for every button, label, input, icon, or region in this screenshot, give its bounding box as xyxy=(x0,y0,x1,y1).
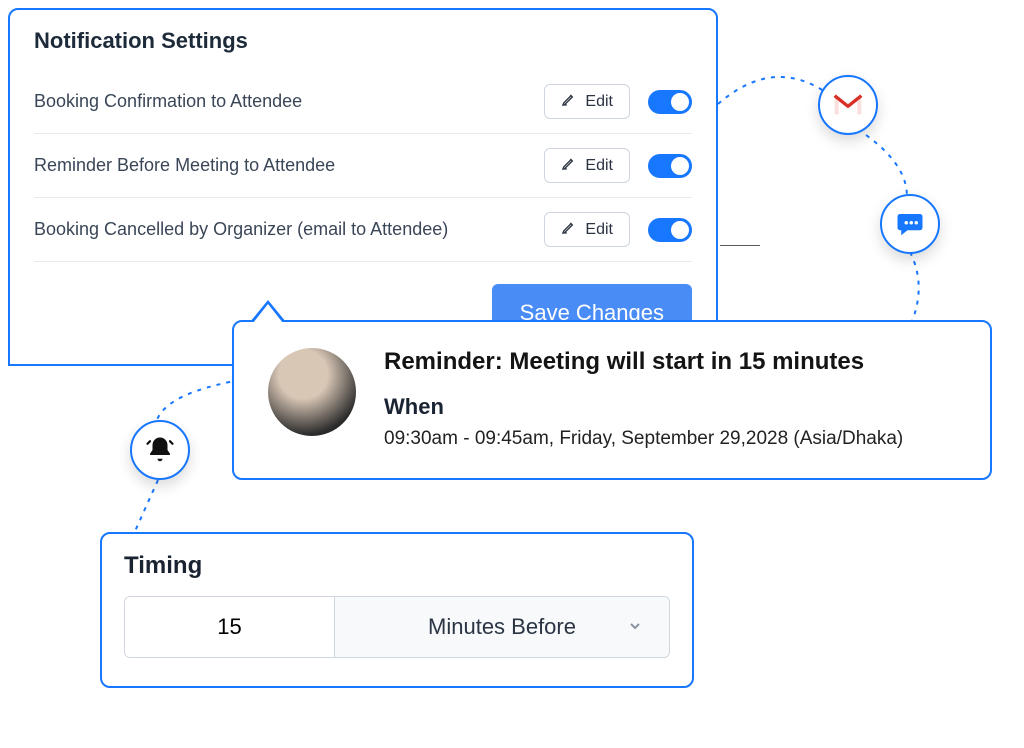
edit-button-label: Edit xyxy=(585,93,613,111)
setting-label: Booking Cancelled by Organizer (email to… xyxy=(34,219,448,240)
reminder-popover: Reminder: Meeting will start in 15 minut… xyxy=(232,320,992,480)
toggle-switch[interactable] xyxy=(648,218,692,242)
row-actions: Edit xyxy=(544,84,692,119)
timing-row: Minutes Before xyxy=(124,596,670,658)
row-actions: Edit xyxy=(544,212,692,247)
timing-unit-label: Minutes Before xyxy=(428,614,576,640)
timing-card: Timing Minutes Before xyxy=(100,532,694,688)
timing-unit-select[interactable]: Minutes Before xyxy=(335,597,669,657)
edit-button[interactable]: Edit xyxy=(544,148,630,183)
row-actions: Edit xyxy=(544,148,692,183)
avatar xyxy=(268,348,356,436)
edit-button-label: Edit xyxy=(585,221,613,239)
edit-button[interactable]: Edit xyxy=(544,84,630,119)
setting-row-cancelled: Booking Cancelled by Organizer (email to… xyxy=(34,198,692,262)
setting-label: Reminder Before Meeting to Attendee xyxy=(34,155,335,176)
setting-row-confirmation: Booking Confirmation to Attendee Edit xyxy=(34,70,692,134)
timing-value-input[interactable] xyxy=(125,597,335,657)
timing-title: Timing xyxy=(124,552,670,580)
edit-button[interactable]: Edit xyxy=(544,212,630,247)
notification-settings-card: Notification Settings Booking Confirmati… xyxy=(8,8,718,366)
bell-icon xyxy=(130,420,190,480)
chevron-down-icon xyxy=(627,614,643,640)
setting-row-reminder: Reminder Before Meeting to Attendee Edit xyxy=(34,134,692,198)
edit-button-label: Edit xyxy=(585,157,613,175)
divider-line xyxy=(720,245,760,246)
pencil-icon xyxy=(561,219,577,240)
when-value: 09:30am - 09:45am, Friday, September 29,… xyxy=(384,428,903,450)
settings-title: Notification Settings xyxy=(34,28,692,54)
setting-label: Booking Confirmation to Attendee xyxy=(34,91,302,112)
toggle-switch[interactable] xyxy=(648,90,692,114)
reminder-title: Reminder: Meeting will start in 15 minut… xyxy=(384,348,903,376)
pencil-icon xyxy=(561,155,577,176)
chat-bubble-icon xyxy=(880,194,940,254)
pencil-icon xyxy=(561,91,577,112)
toggle-switch[interactable] xyxy=(648,154,692,178)
reminder-text: Reminder: Meeting will start in 15 minut… xyxy=(384,348,903,450)
when-label: When xyxy=(384,394,903,420)
gmail-icon xyxy=(818,75,878,135)
